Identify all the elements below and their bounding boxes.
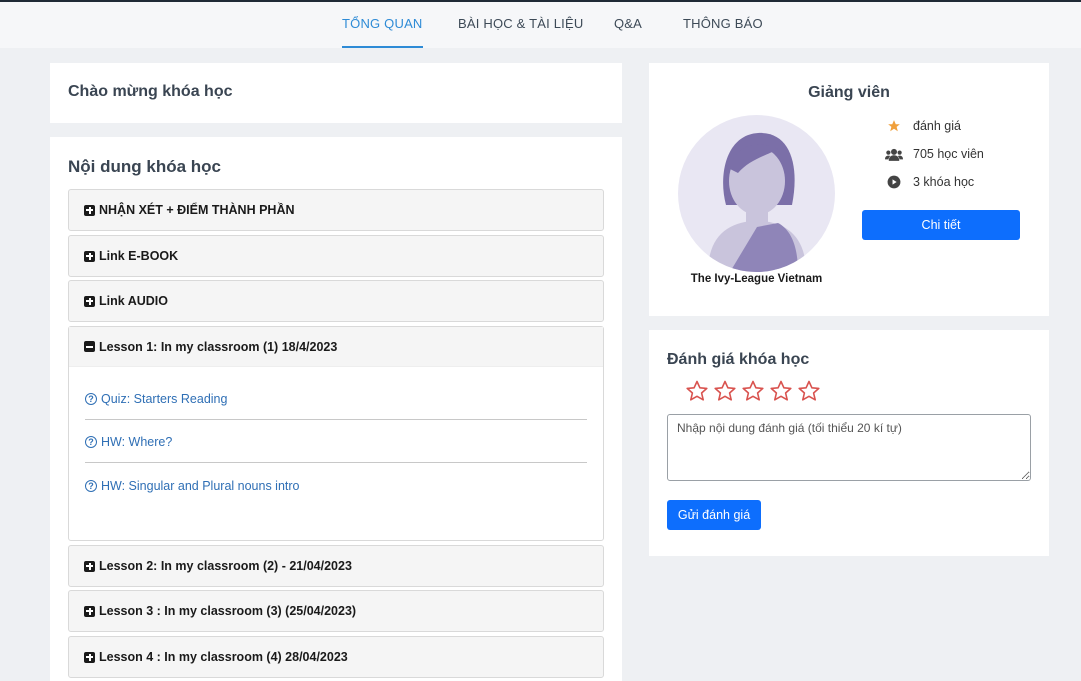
- instructor-rating: đánh giá: [884, 119, 961, 133]
- course-content-panel: Nội dung khóa học NHẬN XÉT + ĐIỂM THÀNH …: [50, 137, 622, 681]
- minus-square-icon: [84, 341, 95, 352]
- plus-square-icon: [84, 605, 95, 617]
- submit-review-button[interactable]: Gửi đánh giá: [667, 500, 761, 530]
- instructor-courses: 3 khóa học: [884, 175, 974, 189]
- plus-square-icon: [84, 295, 95, 307]
- welcome-title: Chào mừng khóa học: [68, 83, 233, 100]
- star-icon: [884, 119, 904, 133]
- students-count: 705 học viên: [913, 147, 984, 161]
- star-outline-icon[interactable]: [741, 379, 769, 405]
- section-label: Lesson 2: In my classroom (2) - 21/04/20…: [99, 559, 352, 573]
- lesson-item-quiz[interactable]: ? Quiz: Starters Reading: [85, 392, 227, 406]
- star-outline-icon[interactable]: [769, 379, 797, 405]
- section-label: Lesson 1: In my classroom (1) 18/4/2023: [99, 339, 338, 354]
- plus-square-icon: [84, 250, 95, 262]
- lesson-item-hw-nouns[interactable]: ? HW: Singular and Plural nouns intro: [85, 479, 300, 493]
- section-lesson-2[interactable]: Lesson 2: In my classroom (2) - 21/04/20…: [68, 545, 604, 587]
- divider: [85, 462, 587, 463]
- section-label: Link AUDIO: [99, 294, 168, 308]
- star-outline-icon[interactable]: [685, 379, 713, 405]
- course-tabbar: TỔNG QUAN BÀI HỌC & TÀI LIỆU Q&A THÔNG B…: [0, 2, 1081, 48]
- rating-label: đánh giá: [913, 119, 961, 133]
- lesson-item-label: HW: Where?: [101, 435, 173, 449]
- review-title: Đánh giá khóa học: [667, 351, 810, 368]
- plus-square-icon: [84, 560, 95, 572]
- courses-count: 3 khóa học: [913, 175, 975, 189]
- course-review-panel: Đánh giá khóa học Gửi đánh giá: [649, 330, 1049, 556]
- section-label: NHẬN XÉT + ĐIỂM THÀNH PHẦN: [99, 203, 295, 217]
- star-outline-icon[interactable]: [713, 379, 741, 405]
- instructor-name: The Ivy-League Vietnam: [690, 273, 823, 285]
- section-label: Link E-BOOK: [99, 249, 179, 263]
- section-label: Lesson 3 : In my classroom (3) (25/04/20…: [99, 604, 357, 618]
- tab-overview[interactable]: TỔNG QUAN: [342, 2, 423, 48]
- course-content-title: Nội dung khóa học: [68, 157, 221, 176]
- instructor-title: Giảng viên: [808, 84, 890, 101]
- instructor-panel: Giảng viên The Ivy-League Vietnam đánh g…: [649, 63, 1049, 316]
- play-circle-icon: [884, 175, 904, 189]
- section-grades[interactable]: NHẬN XÉT + ĐIỂM THÀNH PHẦN: [68, 189, 604, 231]
- avatar-silhouette-icon: [708, 132, 806, 272]
- instructor-detail-button[interactable]: Chi tiết: [862, 210, 1020, 240]
- rating-stars: [685, 379, 825, 405]
- tab-lessons-materials[interactable]: BÀI HỌC & TÀI LIỆU: [458, 2, 583, 48]
- section-ebook[interactable]: Link E-BOOK: [68, 235, 604, 277]
- question-circle-icon: ?: [85, 480, 97, 492]
- review-textarea[interactable]: [667, 414, 1031, 481]
- star-outline-icon[interactable]: [797, 379, 825, 405]
- question-circle-icon: ?: [85, 436, 97, 448]
- lesson-item-hw-where[interactable]: ? HW: Where?: [85, 435, 172, 449]
- divider: [85, 419, 587, 420]
- section-lesson-3[interactable]: Lesson 3 : In my classroom (3) (25/04/20…: [68, 590, 604, 632]
- welcome-panel: Chào mừng khóa học: [50, 63, 622, 123]
- section-lesson-1[interactable]: Lesson 1: In my classroom (1) 18/4/2023 …: [68, 326, 604, 541]
- question-circle-icon: ?: [85, 393, 97, 405]
- lesson-item-label: HW: Singular and Plural nouns intro: [101, 479, 300, 493]
- instructor-students: 705 học viên: [884, 147, 984, 161]
- plus-square-icon: [84, 651, 95, 663]
- avatar: [678, 115, 835, 272]
- tab-qa[interactable]: Q&A: [614, 2, 642, 48]
- section-audio[interactable]: Link AUDIO: [68, 280, 604, 322]
- section-lesson-4[interactable]: Lesson 4 : In my classroom (4) 28/04/202…: [68, 636, 604, 678]
- lesson-item-label: Quiz: Starters Reading: [101, 392, 228, 406]
- users-icon: [884, 147, 904, 161]
- tab-announcements[interactable]: THÔNG BÁO: [683, 2, 763, 48]
- plus-square-icon: [84, 204, 95, 216]
- section-label: Lesson 4 : In my classroom (4) 28/04/202…: [99, 650, 348, 664]
